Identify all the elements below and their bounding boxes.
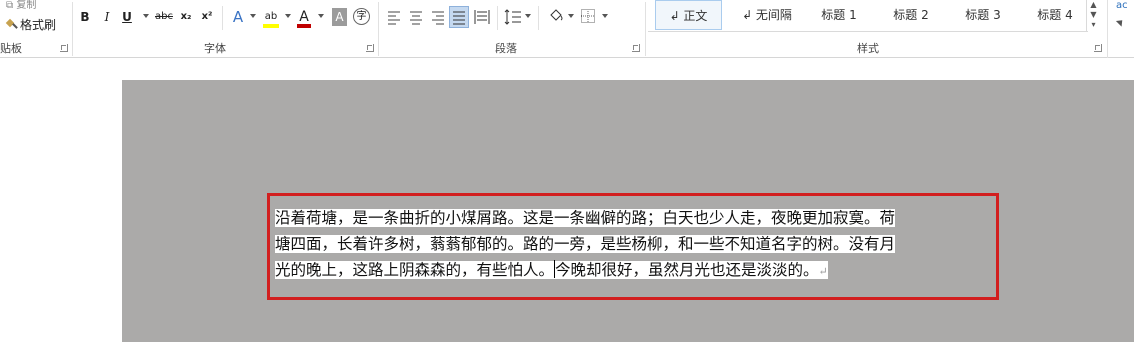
divider bbox=[497, 6, 498, 30]
copy-button[interactable]: ⧉ 复制 bbox=[6, 0, 36, 11]
ribbon: ⧉ 复制 格式刷 贴板 B I U abc x₂ x² A ab A A 字 字… bbox=[0, 0, 1134, 58]
chevron-down-icon[interactable]: ▼ bbox=[1087, 10, 1100, 20]
text-effects-dropdown-icon[interactable] bbox=[250, 14, 256, 18]
styles-group-label: 样式 bbox=[857, 42, 879, 55]
copy-icon: ⧉ bbox=[6, 0, 14, 11]
style-no-spacing[interactable]: ↲ 无间隔 bbox=[732, 0, 802, 30]
style-heading-2[interactable]: 标题 2 bbox=[876, 0, 946, 30]
highlight-color-bar bbox=[263, 24, 279, 28]
format-painter-label: 格式刷 bbox=[20, 18, 57, 32]
format-painter-button[interactable]: 格式刷 bbox=[6, 16, 56, 33]
align-center-button[interactable] bbox=[407, 8, 423, 26]
bold-button[interactable]: B bbox=[78, 8, 92, 26]
distributed-button[interactable] bbox=[473, 8, 491, 26]
ruler-area bbox=[122, 59, 1134, 80]
line-spacing-button[interactable] bbox=[504, 8, 522, 26]
highlight-button[interactable]: ab bbox=[262, 8, 280, 28]
borders-dropdown-icon[interactable] bbox=[602, 14, 608, 18]
highlight-label: ab bbox=[264, 11, 278, 22]
font-color-label: A bbox=[299, 9, 309, 25]
align-right-button[interactable] bbox=[429, 8, 445, 26]
paint-bucket-icon bbox=[550, 9, 563, 21]
group-divider bbox=[645, 2, 646, 56]
highlight-dropdown-icon[interactable] bbox=[285, 14, 291, 18]
style-heading-3[interactable]: 标题 3 bbox=[948, 0, 1018, 30]
select-icon[interactable] bbox=[1115, 17, 1126, 27]
font-color-bar bbox=[297, 24, 311, 28]
nav-pane bbox=[0, 59, 122, 342]
distributed-icon bbox=[474, 10, 490, 24]
line-spacing-dropdown-icon[interactable] bbox=[525, 14, 531, 18]
strikethrough-button[interactable]: abc bbox=[153, 8, 175, 26]
divider bbox=[538, 6, 539, 30]
border-icon bbox=[581, 9, 595, 23]
subscript-button[interactable]: x₂ bbox=[178, 8, 194, 26]
divider bbox=[222, 6, 223, 30]
editing-group: ac bbox=[1107, 0, 1134, 58]
font-color-dropdown-icon[interactable] bbox=[318, 14, 324, 18]
find-button[interactable]: ac bbox=[1116, 0, 1128, 11]
styles-scroll[interactable]: ▲ ▼ ▾ bbox=[1086, 0, 1100, 32]
font-launcher-icon[interactable] bbox=[366, 44, 374, 52]
justify-button[interactable] bbox=[449, 6, 469, 28]
enclose-char-button[interactable]: 字 bbox=[353, 8, 370, 25]
style-heading-1[interactable]: 标题 1 bbox=[804, 0, 874, 30]
group-divider bbox=[72, 2, 73, 56]
justify-icon bbox=[453, 11, 465, 25]
style-heading-4[interactable]: 标题 4 bbox=[1020, 0, 1090, 30]
red-highlight-box bbox=[267, 193, 999, 300]
clipboard-group-label: 贴板 bbox=[0, 42, 22, 55]
align-left-button[interactable] bbox=[386, 8, 402, 26]
borders-button[interactable] bbox=[580, 8, 596, 24]
chevron-up-icon[interactable]: ▲ bbox=[1087, 0, 1100, 10]
text-effects-button[interactable]: A bbox=[230, 8, 246, 26]
paragraph-launcher-icon[interactable] bbox=[632, 44, 640, 52]
shading-dropdown-icon[interactable] bbox=[568, 14, 574, 18]
underline-button[interactable]: U bbox=[120, 8, 134, 26]
shading-button[interactable] bbox=[547, 7, 565, 25]
clipboard-launcher-icon[interactable] bbox=[60, 44, 68, 52]
underline-dropdown-icon[interactable] bbox=[143, 14, 149, 18]
line-spacing-icon bbox=[504, 9, 521, 25]
paragraph-group-label: 段落 bbox=[495, 42, 517, 55]
font-group-label: 字体 bbox=[204, 42, 226, 55]
styles-gallery: ↲ 正文 ↲ 无间隔 标题 1 标题 2 标题 3 标题 4 bbox=[648, 0, 1088, 32]
brush-icon bbox=[6, 19, 18, 31]
style-normal[interactable]: ↲ 正文 bbox=[655, 0, 722, 30]
italic-button[interactable]: I bbox=[100, 8, 114, 26]
copy-label: 复制 bbox=[16, 0, 37, 11]
more-styles-icon[interactable]: ▾ bbox=[1087, 20, 1100, 30]
styles-launcher-icon[interactable] bbox=[1094, 44, 1102, 52]
font-color-button[interactable]: A bbox=[296, 8, 312, 28]
char-shading-button[interactable]: A bbox=[332, 8, 347, 26]
group-divider bbox=[378, 2, 379, 56]
superscript-button[interactable]: x² bbox=[199, 8, 215, 26]
